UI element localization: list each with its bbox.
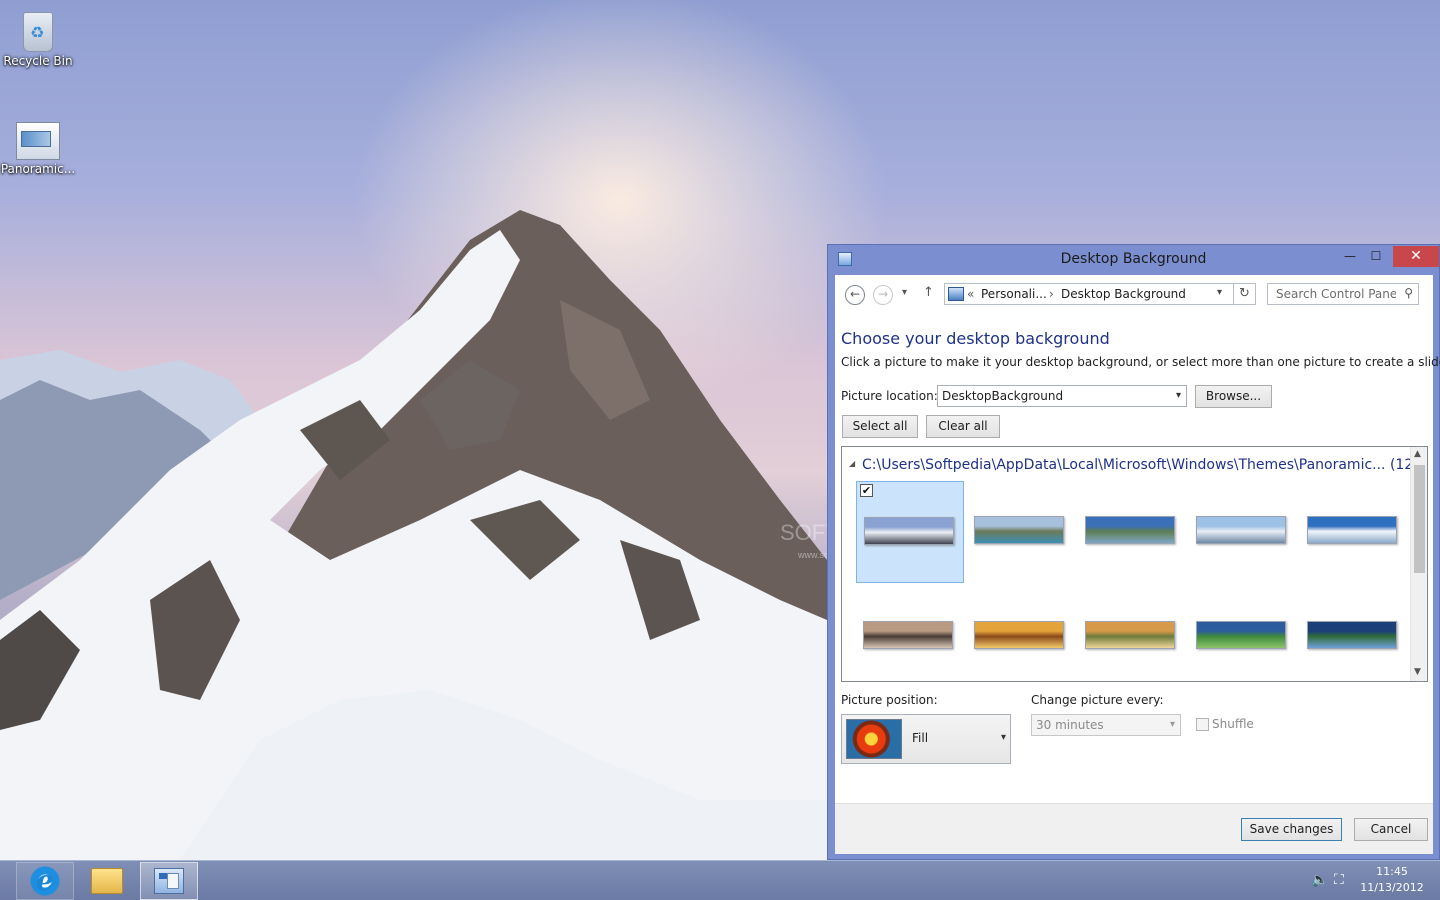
breadcrumb-desktop-background[interactable]: Desktop Background [1061, 287, 1186, 301]
address-bar[interactable]: « Personali... › Desktop Background ▾ [944, 283, 1234, 305]
title-bar[interactable]: Desktop Background — ☐ ✕ [828, 245, 1439, 275]
wallpaper-thumbnail[interactable] [1078, 586, 1186, 681]
minimize-button[interactable]: — [1337, 246, 1363, 267]
cancel-button[interactable]: Cancel [1354, 818, 1428, 841]
wallpaper-thumbnail-image [864, 517, 954, 545]
shuffle-label: Shuffle [1212, 717, 1254, 731]
theme-pack-icon [16, 122, 60, 160]
address-dropdown-button[interactable]: ▾ [1217, 287, 1222, 298]
wallpaper-thumbnail-image [974, 516, 1064, 544]
scrollbar-thumb[interactable] [1414, 465, 1425, 573]
change-picture-interval-dropdown[interactable]: 30 minutes ▾ [1031, 714, 1181, 736]
select-all-button[interactable]: Select all [842, 415, 918, 438]
wallpaper-thumbnail[interactable] [1300, 586, 1408, 681]
network-icon[interactable]: ⛶ [1334, 872, 1344, 888]
breadcrumb-separator[interactable]: › [1049, 287, 1054, 301]
picture-position-label: Picture position: [841, 693, 938, 707]
wallpaper-thumbnail-image [974, 621, 1064, 649]
taskbar-control-panel[interactable] [140, 862, 198, 900]
wallpaper-thumbnail[interactable] [1300, 481, 1408, 583]
picture-group-header[interactable]: C:\Users\Softpedia\AppData\Local\Microso… [862, 457, 1419, 473]
up-button[interactable]: ↑ [923, 285, 934, 300]
page-title: Choose your desktop background [841, 329, 1110, 348]
picture-location-label: Picture location: [841, 389, 938, 403]
wallpaper-thumbnail-image [1196, 621, 1286, 649]
breadcrumb-personalization[interactable]: Personali... [981, 287, 1047, 301]
wallpaper-thumbnail-image [863, 621, 953, 649]
desktop-icon-panoramic[interactable]: Panoramic... [0, 118, 76, 176]
refresh-button[interactable]: ↻ [1234, 283, 1256, 305]
volume-icon[interactable]: 🔈 [1311, 872, 1328, 888]
desktop-icon-label: Panoramic... [0, 162, 76, 176]
desktop-icon-recycle-bin[interactable]: Recycle Bin [0, 8, 76, 68]
wallpaper-thumbnail[interactable] [967, 586, 1075, 681]
control-panel-icon [154, 868, 184, 894]
chevron-down-icon: ▾ [1000, 732, 1006, 743]
internet-explorer-icon [30, 864, 60, 897]
wallpaper-thumbnail-image [1085, 516, 1175, 544]
change-picture-interval-value: 30 minutes [1036, 718, 1104, 732]
wallpaper-thumbnail[interactable] [967, 481, 1075, 583]
wallpaper-thumbnail[interactable]: ✔ [856, 481, 964, 583]
clock-time: 11:45 [1376, 865, 1408, 878]
position-preview-image [846, 719, 902, 759]
recycle-bin-icon [23, 12, 53, 52]
dialog-footer: Save changes Cancel [835, 803, 1433, 854]
search-icon[interactable]: ⚲ [1404, 286, 1413, 300]
scroll-up-button[interactable]: ▲ [1414, 449, 1421, 459]
picture-position-value: Fill [912, 731, 929, 745]
change-picture-label: Change picture every: [1031, 693, 1164, 707]
shuffle-checkbox[interactable] [1196, 718, 1209, 731]
taskbar-internet-explorer[interactable] [16, 862, 74, 900]
desktop-background-window: Desktop Background — ☐ ✕ ← → ▾ ↑ « Perso… [827, 244, 1440, 860]
wallpaper-thumbnail-image [1307, 621, 1397, 649]
taskbar [0, 860, 1440, 900]
save-changes-button[interactable]: Save changes [1241, 818, 1342, 841]
picture-location-value: DesktopBackground [942, 389, 1064, 403]
system-clock[interactable]: 11:45 11/13/2012 [1360, 864, 1424, 896]
search-box[interactable]: ⚲ [1267, 283, 1419, 305]
picture-list[interactable]: ◢ C:\Users\Softpedia\AppData\Local\Micro… [841, 446, 1428, 682]
window-client-area: ← → ▾ ↑ « Personali... › Desktop Backgro… [835, 275, 1440, 854]
wallpaper-thumbnail-image [1196, 516, 1286, 544]
wallpaper-thumbnail[interactable] [1189, 586, 1297, 681]
clear-all-button[interactable]: Clear all [926, 415, 1000, 438]
wallpaper-thumbnail-image [1307, 516, 1397, 544]
forward-button[interactable]: → [873, 285, 893, 305]
wallpaper-thumbnail-image [1085, 621, 1175, 649]
page-description: Click a picture to make it your desktop … [841, 355, 1440, 369]
file-explorer-icon [91, 868, 123, 894]
picture-position-dropdown[interactable]: Fill ▾ [841, 714, 1011, 764]
vertical-scrollbar[interactable]: ▲ ▼ [1410, 447, 1427, 681]
wallpaper-thumbnail[interactable] [1189, 481, 1297, 583]
control-panel-icon [948, 287, 964, 301]
desktop-icon-label: Recycle Bin [3, 54, 73, 68]
picture-location-dropdown[interactable]: DesktopBackground ▾ [937, 385, 1187, 407]
maximize-button[interactable]: ☐ [1363, 246, 1389, 267]
clock-date: 11/13/2012 [1360, 881, 1424, 894]
thumbnail-checkbox[interactable]: ✔ [860, 484, 873, 497]
back-button[interactable]: ← [845, 285, 865, 305]
scroll-down-button[interactable]: ▼ [1414, 667, 1421, 677]
taskbar-file-explorer[interactable] [78, 862, 136, 900]
wallpaper-thumbnail[interactable] [1078, 481, 1186, 583]
search-input[interactable] [1268, 284, 1396, 304]
close-button[interactable]: ✕ [1393, 246, 1439, 267]
group-collapse-toggle[interactable]: ◢ [849, 459, 855, 468]
recent-locations-button[interactable]: ▾ [902, 287, 907, 298]
wallpaper-thumbnail[interactable] [856, 586, 964, 681]
breadcrumb-overflow[interactable]: « [967, 287, 974, 301]
browse-button[interactable]: Browse... [1195, 385, 1272, 408]
chevron-down-icon: ▾ [1175, 390, 1181, 401]
chevron-down-icon: ▾ [1169, 719, 1175, 730]
